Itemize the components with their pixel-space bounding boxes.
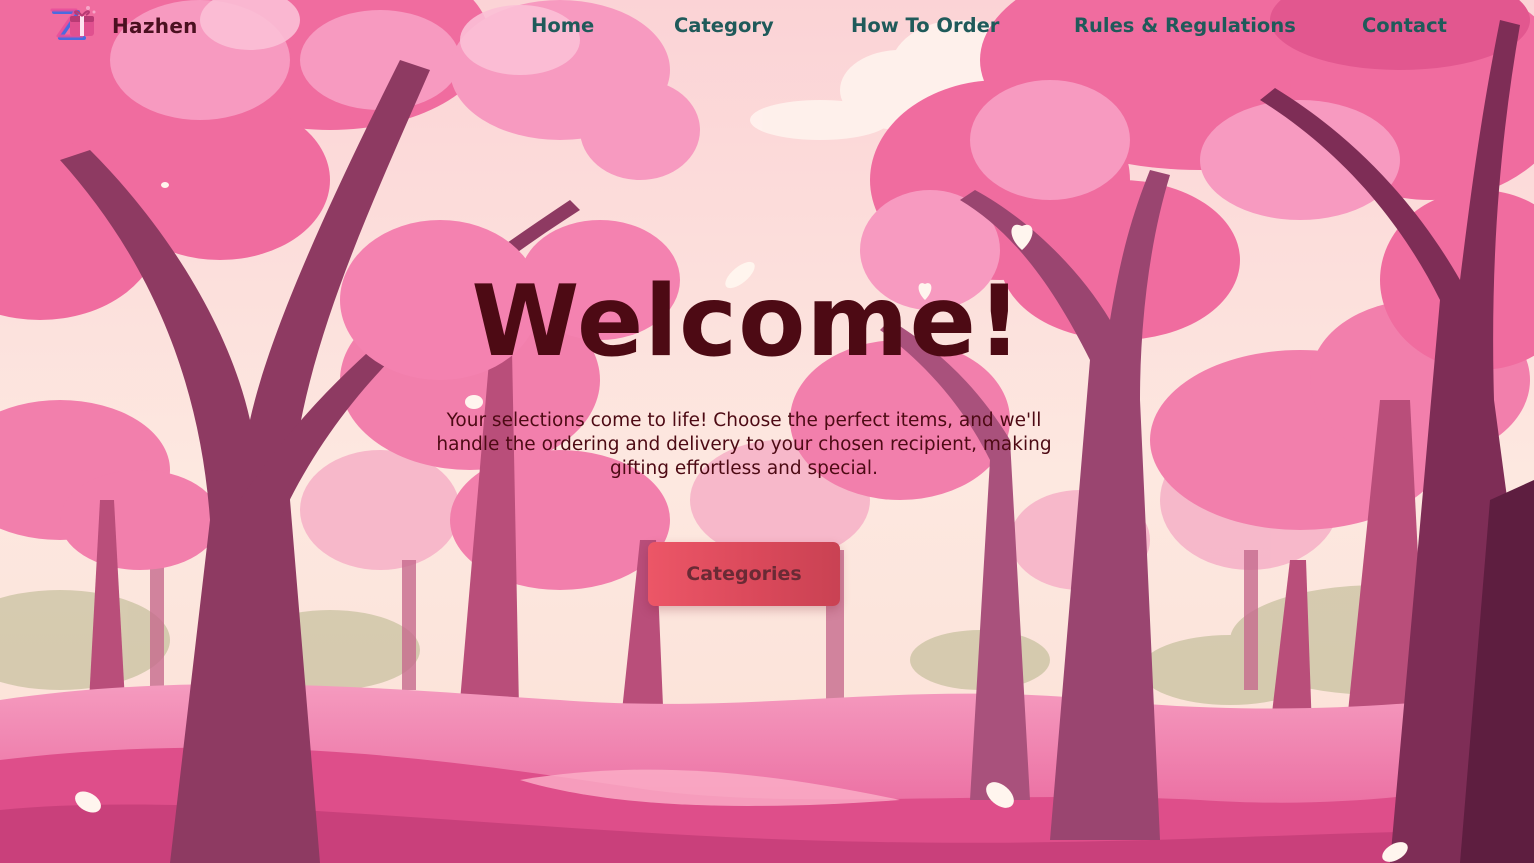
- nav-item-contact[interactable]: Contact: [1362, 12, 1447, 40]
- nav-item-category[interactable]: Category: [674, 12, 774, 40]
- hero-title: Welcome!: [471, 265, 1023, 379]
- hero-subtitle: Your selections come to life! Choose the…: [436, 410, 1052, 479]
- nav-item-rules-regulations[interactable]: Rules & Regulations: [1074, 12, 1296, 40]
- categories-button[interactable]: Categories: [648, 542, 840, 606]
- landing-page: Hazhen Home Category How To Order Rules …: [0, 0, 1534, 863]
- nav-item-home[interactable]: Home: [531, 12, 594, 40]
- main-nav: Home Category How To Order Rules & Regul…: [0, 12, 1534, 40]
- nav-item-how-to-order[interactable]: How To Order: [851, 12, 999, 40]
